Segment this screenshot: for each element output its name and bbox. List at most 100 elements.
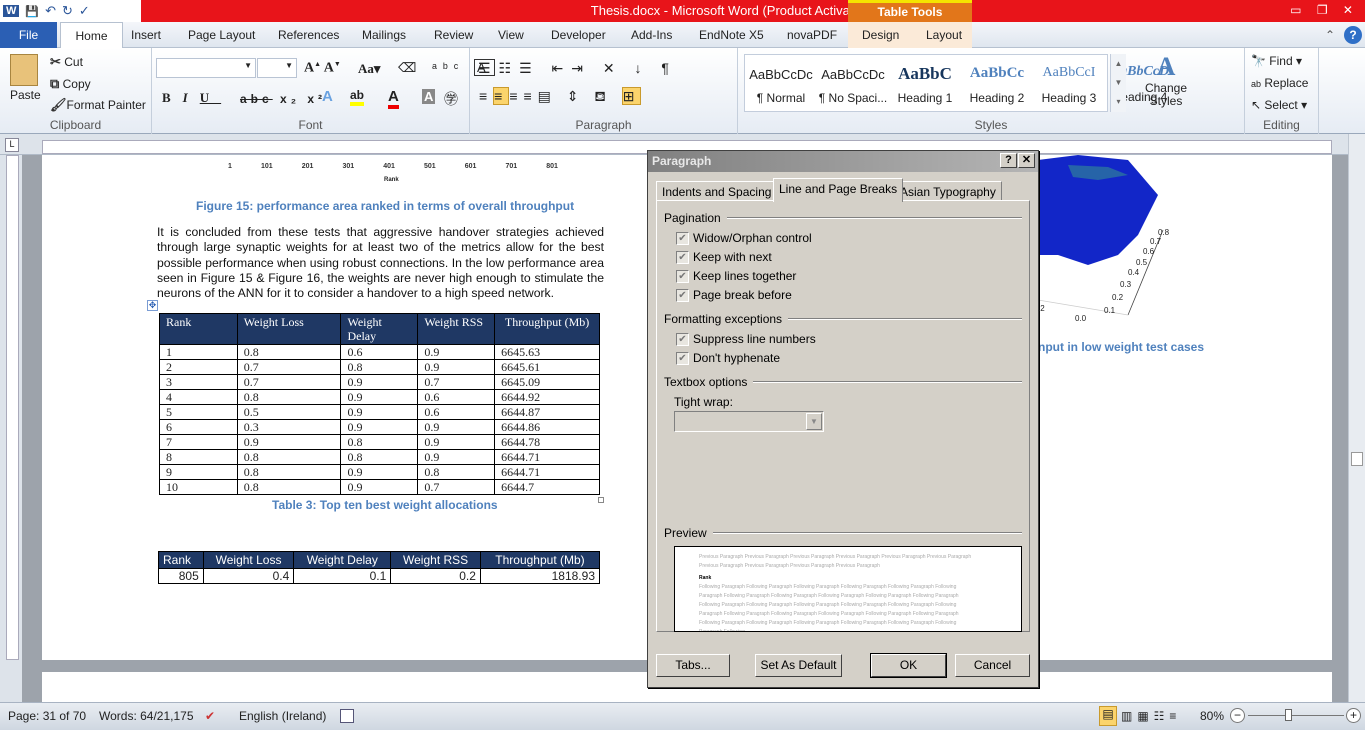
help-icon[interactable]: ?: [1344, 26, 1362, 44]
table-cell[interactable]: 6645.09: [494, 374, 600, 390]
tab-review[interactable]: Review: [434, 22, 473, 48]
ok-button[interactable]: OK: [870, 653, 947, 678]
change-case-icon[interactable]: Aa▾: [358, 61, 380, 77]
paste-button[interactable]: Paste: [10, 88, 41, 102]
table-resize-handle[interactable]: [598, 497, 604, 503]
table-cell[interactable]: 0.5: [236, 404, 342, 420]
checkbox[interactable]: ✔: [676, 231, 689, 245]
table-cell[interactable]: 0.8: [417, 464, 496, 480]
checkbox-option[interactable]: ✔ Page break before: [676, 288, 792, 302]
table-cell[interactable]: 0.9: [340, 479, 419, 495]
table-cell[interactable]: 0.8: [340, 359, 419, 375]
font-size-select[interactable]: ▼: [257, 58, 297, 78]
grow-font-icon[interactable]: A▲ A▼: [304, 60, 341, 77]
table-cell[interactable]: 0.9: [417, 344, 496, 360]
close-button[interactable]: ✕: [1018, 153, 1035, 168]
style-normal[interactable]: AaBbCcDc ¶ Normal: [745, 55, 817, 105]
format-painter-button[interactable]: 🖌Format Painter: [50, 97, 146, 113]
tab-page-layout[interactable]: Page Layout: [188, 22, 255, 48]
language[interactable]: English (Ireland): [239, 709, 326, 723]
tab-developer[interactable]: Developer: [551, 22, 606, 48]
table-cell[interactable]: 0.9: [236, 434, 342, 450]
tab-references[interactable]: References: [278, 22, 339, 48]
table-cell[interactable]: 7: [159, 434, 238, 450]
word-count[interactable]: Words: 64/21,175: [99, 709, 194, 723]
table-cell[interactable]: 0.7: [417, 479, 496, 495]
checkbox-option[interactable]: ✔ Suppress line numbers: [676, 332, 816, 346]
list-indent-icons[interactable]: ☰☷☰ ⇤⇥ ✕ ↓ ¶: [478, 60, 677, 77]
table-cell[interactable]: 0.3: [236, 419, 342, 435]
save-icon[interactable]: 💾: [25, 5, 39, 18]
font-name-select[interactable]: ▼: [156, 58, 256, 78]
table-cell[interactable]: 0.8: [236, 479, 342, 495]
style-heading-2[interactable]: AaBbCc Heading 2: [961, 55, 1033, 105]
page-count[interactable]: Page: 31 of 70: [8, 709, 86, 723]
table-cell[interactable]: 1818.93: [479, 568, 601, 584]
table-cell[interactable]: 6644.71: [494, 449, 600, 465]
checkbox-option[interactable]: ✔ Don't hyphenate: [676, 351, 780, 365]
view-mode-icons[interactable]: ▥▦☷≡: [1121, 709, 1181, 723]
tab-insert[interactable]: Insert: [131, 22, 161, 48]
find-button[interactable]: 🔭 Find ▾: [1251, 54, 1302, 68]
table-cell[interactable]: 0.8: [340, 449, 419, 465]
character-shading-icon[interactable]: A: [422, 89, 436, 104]
table-cell[interactable]: 6645.63: [494, 344, 600, 360]
table-cell[interactable]: 0.7: [417, 374, 496, 390]
window-controls[interactable]: ▭ ❐ ✕: [1290, 3, 1359, 17]
table-cell[interactable]: 0.9: [417, 419, 496, 435]
table-move-handle-icon[interactable]: ✥: [147, 300, 158, 311]
vertical-scrollbar[interactable]: [1348, 134, 1365, 702]
styles-scroll[interactable]: ▲ ▼ ▾: [1110, 54, 1126, 112]
table-cell[interactable]: 0.6: [340, 344, 419, 360]
table-cell[interactable]: 0.6: [417, 404, 496, 420]
table-cell[interactable]: 5: [159, 404, 238, 420]
zoom-level[interactable]: 80%: [1200, 709, 1224, 723]
cancel-button[interactable]: Cancel: [955, 654, 1030, 677]
change-styles-button[interactable]: A Change Styles: [1138, 52, 1194, 108]
table-cell[interactable]: 6644.87: [494, 404, 600, 420]
undo-icon[interactable]: ↶: [45, 3, 56, 19]
minimize-ribbon-icon[interactable]: ⌃: [1325, 22, 1335, 48]
tab-design[interactable]: Design: [862, 22, 899, 48]
strike-subscript-superscript-icons[interactable]: abc x₂ x²: [240, 92, 326, 106]
checkbox-option[interactable]: ✔ Keep with next: [676, 250, 772, 264]
checkbox-option[interactable]: ✔ Widow/Orphan control: [676, 231, 812, 245]
tab-view[interactable]: View: [498, 22, 524, 48]
replace-button[interactable]: ab Replace: [1251, 76, 1308, 90]
table-cell[interactable]: 3: [159, 374, 238, 390]
proofing-icon[interactable]: ✔: [205, 709, 215, 723]
table-cell[interactable]: 0.9: [340, 389, 419, 405]
table-cell[interactable]: 6644.92: [494, 389, 600, 405]
table-cell[interactable]: 0.7: [236, 374, 342, 390]
table-cell[interactable]: 0.9: [417, 434, 496, 450]
table-cell[interactable]: 0.9: [417, 359, 496, 375]
copy-button[interactable]: ⧉ Copy: [50, 76, 91, 92]
font-color-icon[interactable]: A: [388, 88, 399, 109]
tabs-button[interactable]: Tabs...: [656, 654, 730, 677]
tab-selector-icon[interactable]: L: [5, 138, 19, 152]
table-cell[interactable]: 10: [159, 479, 238, 495]
tab-endnote[interactable]: EndNote X5: [699, 22, 764, 48]
table-cell[interactable]: 0.9: [340, 464, 419, 480]
table-cell[interactable]: 0.8: [340, 434, 419, 450]
select-button[interactable]: ↖ Select ▾: [1251, 98, 1307, 112]
text-effects-icon[interactable]: A: [322, 88, 333, 105]
style-no-spacing[interactable]: AaBbCcDc ¶ No Spaci...: [817, 55, 889, 105]
checkbox[interactable]: ✔: [676, 269, 689, 283]
tab-novapdf[interactable]: novaPDF: [787, 22, 837, 48]
table-cell[interactable]: 6644.71: [494, 464, 600, 480]
tab-indents-and-spacing[interactable]: Indents and Spacing: [656, 181, 778, 201]
body-paragraph[interactable]: It is concluded from these tests that ag…: [157, 225, 604, 301]
table-cell[interactable]: 0.8: [236, 389, 342, 405]
tab-home[interactable]: Home: [60, 22, 123, 49]
cut-button[interactable]: ✂ Cut: [50, 54, 83, 70]
table-cell[interactable]: 0.9: [417, 449, 496, 465]
word-icon[interactable]: W: [3, 5, 20, 17]
tab-mailings[interactable]: Mailings: [362, 22, 406, 48]
table-cell[interactable]: 0.9: [340, 374, 419, 390]
zoom-slider-thumb[interactable]: [1285, 709, 1292, 721]
table-cell[interactable]: 0.7: [236, 359, 342, 375]
checkbox[interactable]: ✔: [676, 351, 689, 365]
checkbox[interactable]: ✔: [676, 250, 689, 264]
style-heading-1[interactable]: AaBbC Heading 1: [889, 55, 961, 105]
